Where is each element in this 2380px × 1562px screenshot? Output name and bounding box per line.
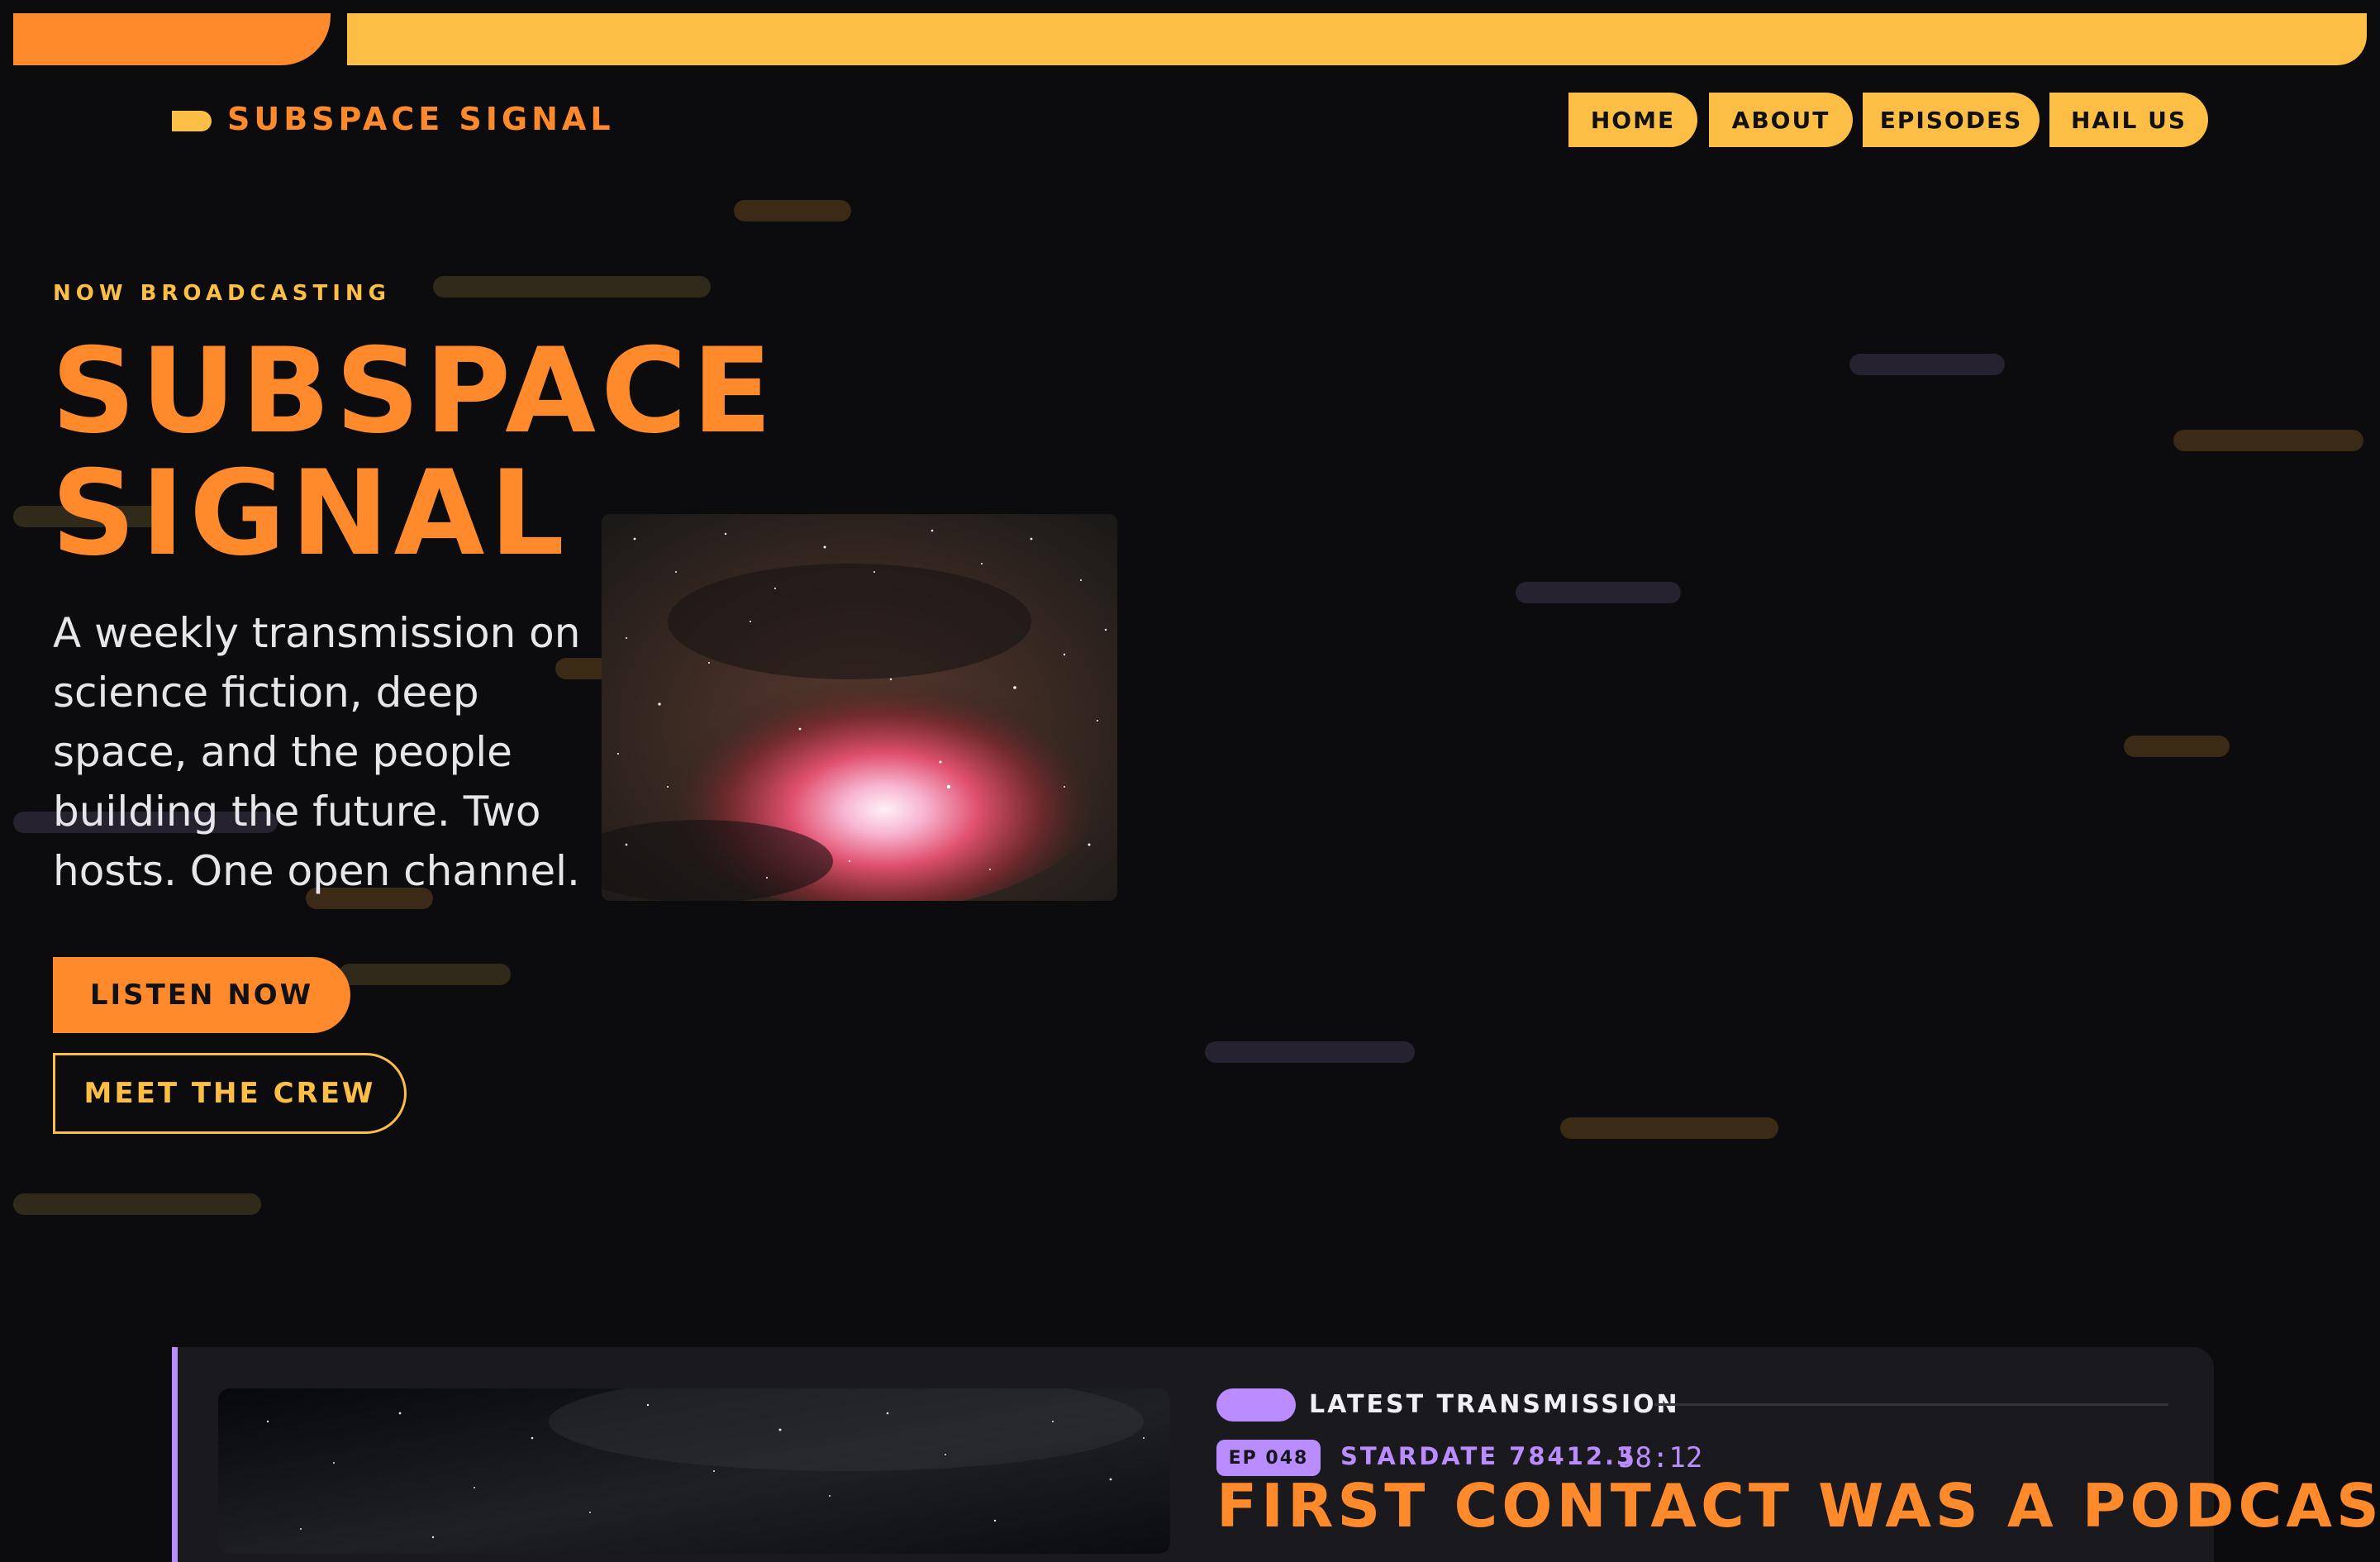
listen-now-button[interactable]: LISTEN NOW bbox=[53, 957, 350, 1033]
brand-pill-icon bbox=[172, 111, 212, 131]
nav-about[interactable]: ABOUT bbox=[1709, 93, 1853, 147]
top-bar-right bbox=[347, 13, 2367, 65]
nav-episodes[interactable]: EPISODES bbox=[1863, 93, 2040, 147]
episode-stardate: STARDATE 78412.3 bbox=[1340, 1442, 1636, 1470]
star-streak bbox=[2124, 736, 2230, 757]
kicker-divider bbox=[1654, 1403, 2168, 1406]
brand-name[interactable]: SUBSPACE SIGNAL bbox=[227, 101, 615, 137]
hero-eyebrow: NOW BROADCASTING bbox=[53, 281, 391, 306]
star-streak bbox=[1205, 1041, 1415, 1063]
hero-nebula-image bbox=[602, 514, 1117, 901]
latest-episode-image bbox=[218, 1388, 1170, 1554]
nebula-art bbox=[602, 514, 1117, 901]
star-streak bbox=[1516, 582, 1681, 603]
latest-transmission-label: LATEST TRANSMISSION bbox=[1309, 1390, 1680, 1419]
top-bar-left bbox=[13, 13, 331, 65]
transmission-pill-icon bbox=[1216, 1388, 1296, 1422]
starfield-art bbox=[218, 1388, 1170, 1554]
star-streak bbox=[1849, 354, 2005, 375]
nav-home[interactable]: HOME bbox=[1568, 93, 1697, 147]
nav-hail-us[interactable]: HAIL US bbox=[2049, 93, 2208, 147]
hero-description: A weekly transmission on science fiction… bbox=[53, 609, 581, 895]
star-streak bbox=[2173, 430, 2363, 451]
hero-title-line-2: SIGNAL bbox=[51, 445, 569, 582]
meet-the-crew-button[interactable]: MEET THE CREW bbox=[53, 1053, 407, 1134]
star-streak bbox=[734, 200, 851, 221]
episode-title[interactable]: FIRST CONTACT WAS A PODCAST bbox=[1216, 1473, 2380, 1539]
star-streak bbox=[13, 1193, 261, 1215]
star-streak bbox=[1560, 1117, 1778, 1139]
hero-title-line-1: SUBSPACE bbox=[51, 323, 778, 460]
star-streak bbox=[433, 276, 711, 298]
star-streak bbox=[339, 964, 511, 985]
